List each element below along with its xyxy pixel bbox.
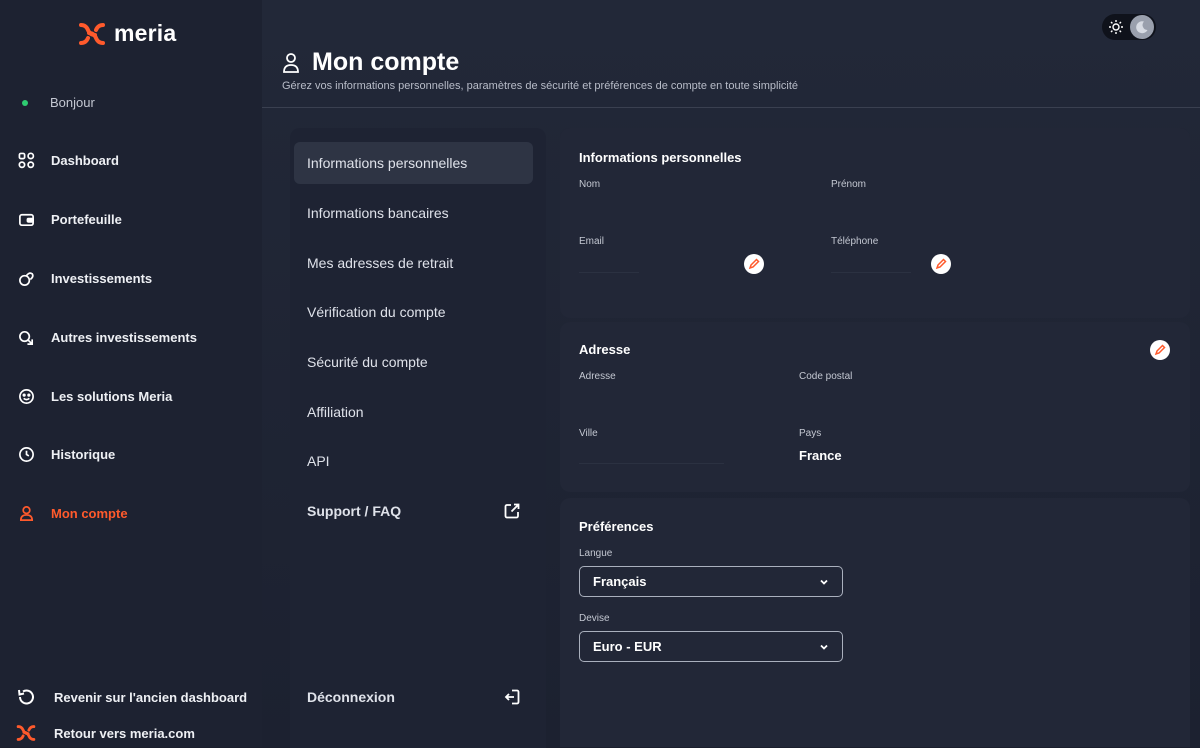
back-to-meria-link[interactable]: Retour vers meria.com: [16, 723, 195, 743]
pays-value: France: [799, 448, 842, 463]
online-status-dot: [22, 99, 28, 106]
sidebar-item-label: Mon compte: [51, 506, 128, 521]
personal-info-title: Informations personnelles: [579, 150, 742, 165]
back-to-old-dashboard-link[interactable]: Revenir sur l'ancien dashboard: [16, 687, 247, 707]
sidebar-item-autres-investissements[interactable]: Autres investissements: [18, 329, 197, 346]
pencil-icon: [935, 258, 947, 270]
preferences-card: Préférences Langue Français Devise Euro …: [560, 498, 1190, 747]
page-title: Mon compte: [312, 48, 460, 76]
menu-item-label: API: [307, 453, 330, 469]
sidebar-item-label: Historique: [51, 447, 116, 462]
sidebar-item-label: Les solutions Meria: [51, 389, 173, 404]
langue-label: Langue: [579, 548, 613, 559]
edit-email-button[interactable]: [744, 254, 764, 274]
adresse-label: Adresse: [579, 371, 616, 382]
telephone-value-masked: [831, 272, 911, 273]
toggle-knob: [1130, 15, 1154, 39]
solutions-icon: [19, 389, 34, 404]
moon-icon: [1136, 21, 1148, 34]
menu-item-label: Support / FAQ: [307, 503, 402, 519]
sidebar-item-solutions-meria[interactable]: Les solutions Meria: [18, 388, 172, 405]
sidebar-item-dashboard[interactable]: Dashboard: [18, 152, 119, 169]
preferences-title: Préférences: [579, 519, 654, 534]
bottom-link-label: Retour vers meria.com: [54, 725, 195, 741]
page-header: Mon compte: [282, 48, 459, 77]
menu-item-label: Vérification du compte: [307, 304, 446, 320]
menu-item-securite[interactable]: Sécurité du compte: [294, 341, 533, 383]
logout-icon: [504, 689, 520, 705]
menu-item-verification[interactable]: Vérification du compte: [294, 291, 533, 333]
menu-item-informations-personnelles[interactable]: Informations personnelles: [294, 142, 533, 184]
menu-item-label: Informations personnelles: [307, 155, 468, 171]
greeting: Bonjour: [22, 95, 95, 110]
greeting-text: Bonjour: [50, 95, 95, 110]
other-investments-icon: [19, 330, 34, 345]
header-divider: [262, 107, 1200, 108]
meria-logo-icon: [79, 22, 105, 45]
clock-icon: [19, 447, 34, 462]
user-icon: [283, 52, 299, 73]
investments-icon: [19, 272, 34, 286]
sidebar-item-investissements[interactable]: Investissements: [18, 270, 152, 287]
devise-select[interactable]: Euro - EUR: [579, 631, 843, 662]
sun-icon: [1109, 20, 1123, 34]
sidebar-item-label: Autres investissements: [51, 330, 197, 345]
sidebar: meria Bonjour Dashboard Portefeuille Inv…: [0, 0, 262, 747]
menu-item-adresses-retrait[interactable]: Mes adresses de retrait: [294, 242, 533, 284]
sidebar-item-label: Investissements: [51, 271, 153, 286]
chevron-down-icon: [820, 579, 828, 585]
user-icon: [19, 506, 34, 521]
menu-item-api[interactable]: API: [294, 440, 533, 482]
meria-logo-icon: [16, 725, 36, 741]
dashboard-icon: [18, 152, 35, 169]
meria-logo[interactable]: meria: [78, 20, 176, 47]
account-menu: Informations personnelles Informations b…: [290, 128, 546, 748]
sidebar-item-portefeuille[interactable]: Portefeuille: [18, 211, 122, 228]
pencil-icon: [748, 258, 760, 270]
menu-item-label: Sécurité du compte: [307, 354, 428, 370]
langue-select[interactable]: Français: [579, 566, 843, 597]
menu-item-affiliation[interactable]: Affiliation: [294, 391, 533, 433]
telephone-label: Téléphone: [831, 236, 879, 247]
langue-selected-value: Français: [593, 574, 647, 589]
theme-toggle[interactable]: [1102, 14, 1156, 40]
logout-button[interactable]: Déconnexion: [294, 676, 533, 718]
external-link-icon: [504, 503, 520, 519]
pencil-icon: [1154, 344, 1166, 356]
address-title: Adresse: [579, 342, 631, 357]
sidebar-item-mon-compte[interactable]: Mon compte: [18, 505, 128, 522]
undo-icon: [18, 689, 34, 705]
menu-item-support-faq[interactable]: Support / FAQ: [294, 490, 533, 532]
ville-label: Ville: [579, 428, 598, 439]
menu-item-label: Informations bancaires: [307, 205, 449, 221]
bottom-link-label: Revenir sur l'ancien dashboard: [54, 689, 248, 705]
sidebar-item-historique[interactable]: Historique: [18, 446, 115, 463]
menu-item-informations-bancaires[interactable]: Informations bancaires: [294, 192, 533, 234]
wallet-icon: [19, 213, 34, 227]
devise-label: Devise: [579, 613, 610, 624]
prenom-label: Prénom: [831, 179, 867, 190]
email-label: Email: [579, 236, 605, 247]
personal-info-card: Informations personnelles Nom Prénom Ema…: [560, 128, 1190, 318]
menu-item-label: Mes adresses de retrait: [307, 255, 454, 271]
nom-label: Nom: [579, 179, 601, 190]
logout-label: Déconnexion: [307, 689, 395, 705]
menu-item-label: Affiliation: [307, 404, 364, 420]
email-value-masked: [579, 272, 639, 273]
page-subtitle: Gérez vos informations personnelles, par…: [282, 80, 799, 92]
brand-name: meria: [114, 20, 177, 46]
code-postal-label: Code postal: [799, 371, 853, 382]
pays-label: Pays: [799, 428, 822, 439]
address-card: Adresse Adresse Code postal Ville Pays F…: [560, 322, 1190, 492]
ville-value-masked: [579, 463, 724, 464]
sidebar-item-label: Portefeuille: [51, 212, 122, 227]
edit-telephone-button[interactable]: [931, 254, 951, 274]
edit-address-button[interactable]: [1150, 340, 1170, 360]
devise-selected-value: Euro - EUR: [593, 639, 662, 654]
sidebar-item-label: Dashboard: [51, 153, 119, 168]
chevron-down-icon: [820, 644, 828, 650]
